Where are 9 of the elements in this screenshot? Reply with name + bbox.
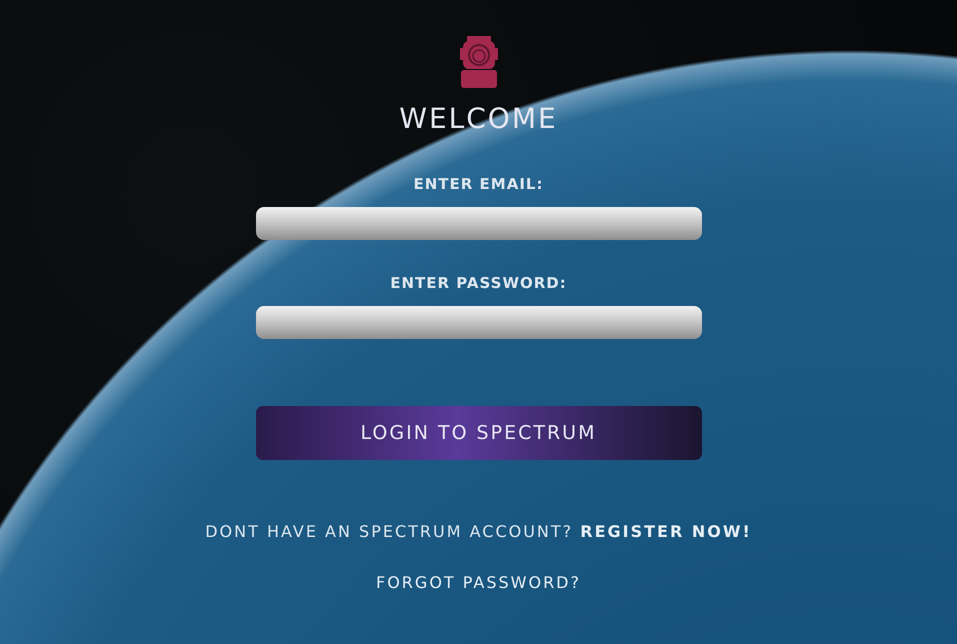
field-label: ENTER EMAIL: (414, 175, 544, 193)
forgot-password-link[interactable]: FORGOT PASSWORD? (376, 573, 581, 592)
register-prompt: DONT HAVE AN SPECTRUM ACCOUNT? REGISTER NOW! (205, 522, 752, 541)
input-field[interactable] (256, 306, 702, 339)
register-link[interactable]: REGISTER NOW! (580, 522, 752, 541)
login-button[interactable]: LOGIN TO SPECTRUM (256, 406, 702, 460)
astronaut-helmet-icon (458, 36, 498, 88)
input-field[interactable] (256, 207, 702, 240)
field-label: ENTER PASSWORD: (390, 274, 567, 292)
